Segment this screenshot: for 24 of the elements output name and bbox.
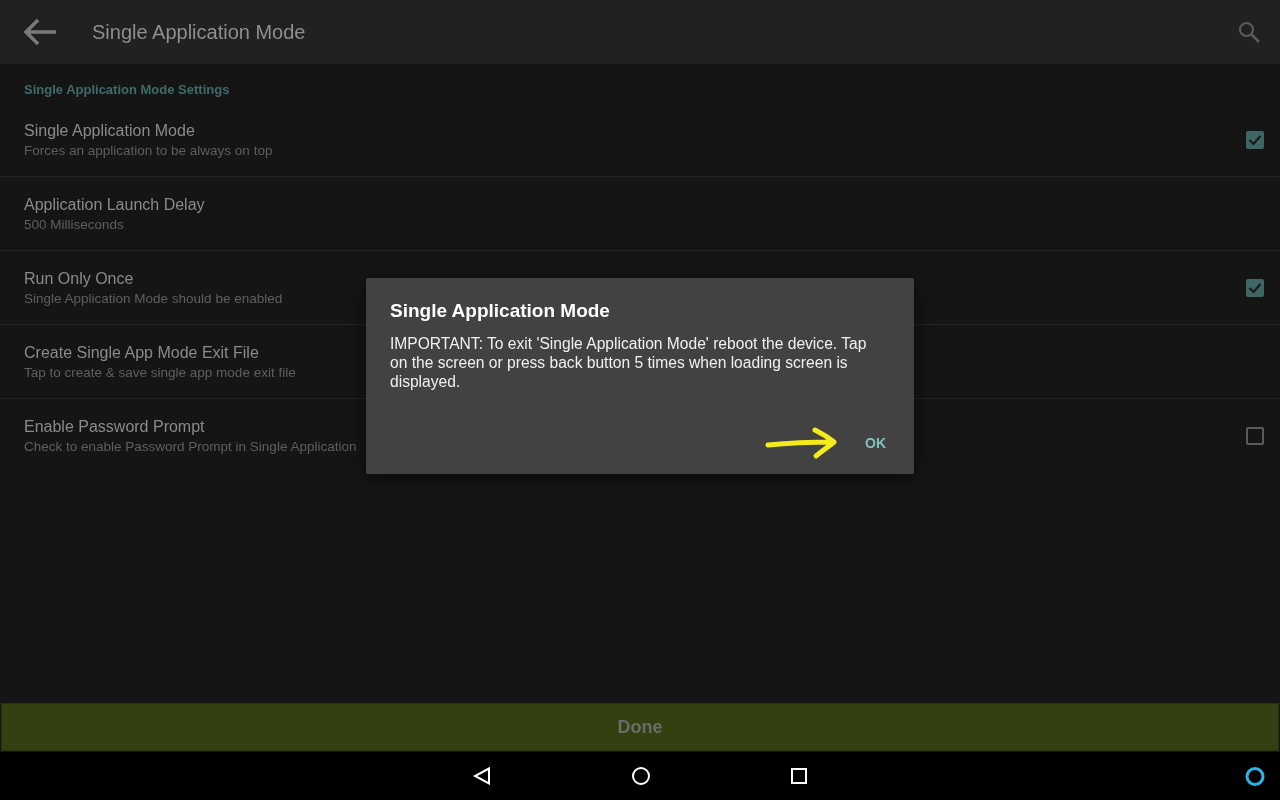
back-arrow-icon[interactable]	[22, 17, 58, 47]
section-header: Single Application Mode Settings	[23, 81, 231, 99]
dialog-title: Single Application Mode	[390, 300, 610, 322]
ok-button[interactable]: OK	[853, 427, 898, 459]
checkbox[interactable]	[1246, 278, 1264, 297]
setting-title: Application Launch Delay	[24, 195, 205, 214]
app-bar-title: Single Application Mode	[92, 20, 307, 44]
setting-title: Create Single App Mode Exit File	[24, 343, 259, 362]
search-icon[interactable]	[1238, 21, 1260, 43]
dialog-message: IMPORTANT: To exit 'Single Application Mode' reboot the device. Tap on the screen or press back button 5 times when loading screen is displayed.	[390, 334, 868, 391]
setting-summary: Tap to create & save single app mode exit file	[24, 364, 296, 380]
setting-summary: 500 Milliseconds	[24, 216, 124, 232]
setting-summary: Check to enable Password Prompt in Single Application	[24, 439, 357, 454]
checkbox[interactable]	[1246, 427, 1264, 445]
setting-title: Single Application Mode	[24, 121, 195, 140]
setting-title: Enable Password Prompt	[24, 418, 205, 436]
ring-icon[interactable]	[1244, 766, 1266, 788]
setting-summary: Single Application Mode should be enabled	[24, 290, 283, 306]
checkbox[interactable]	[1246, 130, 1264, 149]
setting-title: Run Only Once	[24, 269, 134, 288]
back-icon[interactable]	[473, 767, 491, 785]
recents-icon[interactable]	[791, 768, 807, 784]
home-icon[interactable]	[631, 766, 651, 786]
setting-summary: Forces an application to be always on top	[24, 142, 273, 158]
